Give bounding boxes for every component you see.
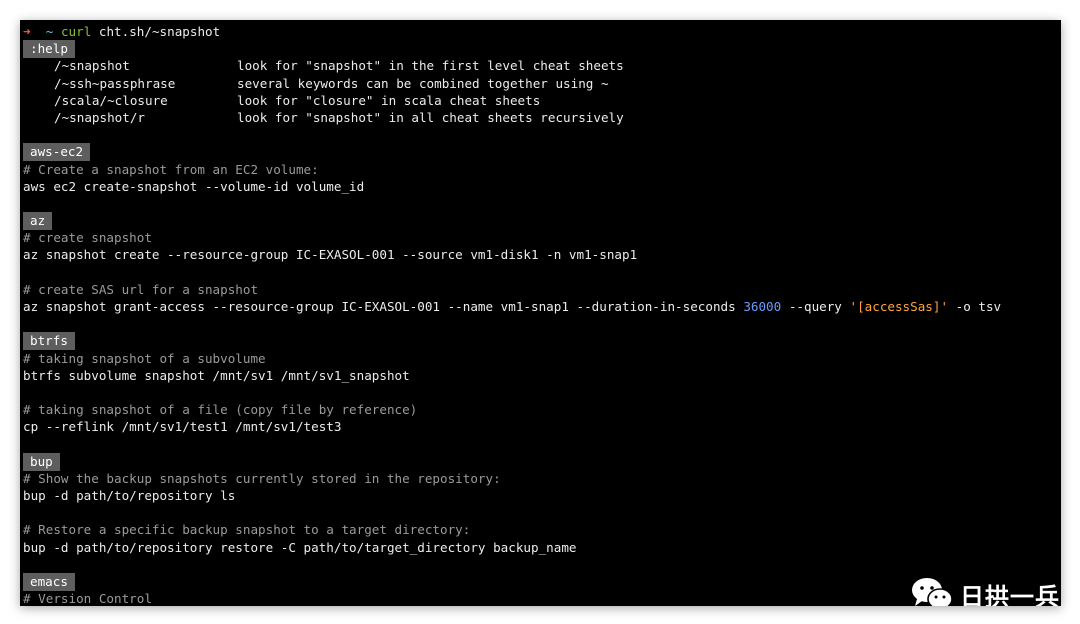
- comment-line: # Create a snapshot from an EC2 volume:: [23, 161, 319, 177]
- section-header-aws-ec2: aws-ec2: [23, 143, 1058, 162]
- command-line: btrfs subvolume snapshot /mnt/sv1 /mnt/s…: [23, 367, 410, 383]
- help-row: /scala/~closure look for "closure" in sca…: [23, 92, 1058, 109]
- command-line: cp --reflink /mnt/sv1/test1 /mnt/sv1/tes…: [23, 419, 342, 435]
- section-tag-bup: bup: [23, 452, 60, 471]
- help-desc: look for "snapshot" in all cheat sheets …: [237, 109, 624, 125]
- help-row: /~snapshot/r look for "snapshot" in all c…: [23, 109, 1058, 126]
- section-header-az: az: [23, 212, 1058, 231]
- help-path: /scala/~closure: [54, 92, 168, 108]
- command-line: bup -d path/to/repository ls: [23, 488, 236, 504]
- section-header-bup: bup: [23, 452, 1058, 471]
- help-desc: look for "snapshot" in the first level c…: [237, 58, 624, 74]
- comment-line: # Restore a specific backup snapshot to …: [23, 522, 471, 538]
- section-header-btrfs: btrfs: [23, 332, 1058, 351]
- command-text: az snapshot grant-access --resource-grou…: [23, 299, 744, 314]
- terminal-window[interactable]: ➜ ~ curl cht.sh/~snapshot :help /~snapsh…: [20, 20, 1061, 606]
- number-literal: 36000: [743, 299, 782, 314]
- string-literal: '[accessSas]': [849, 299, 949, 314]
- watermark: 日拱一兵: [910, 576, 1060, 606]
- prompt-args: cht.sh/~snapshot: [98, 24, 221, 39]
- terminal-output: ➜ ~ curl cht.sh/~snapshot :help /~snapsh…: [23, 23, 1058, 606]
- help-row: /~snapshot look for "snapshot" in the fir…: [23, 57, 1058, 74]
- help-path: /~ssh~passphrase: [54, 75, 176, 91]
- comment-line: # create SAS url for a snapshot: [23, 281, 259, 297]
- section-header-emacs: emacs: [23, 573, 1058, 591]
- comment-line: # taking snapshot of a file (copy file b…: [23, 402, 418, 418]
- command-line: az snapshot create --resource-group IC-E…: [23, 247, 638, 263]
- prompt-line: ➜ ~ curl cht.sh/~snapshot: [23, 23, 1058, 40]
- section-tag-btrfs: btrfs: [23, 332, 75, 351]
- comment-line: # taking snapshot of a subvolume: [23, 350, 266, 366]
- help-path: /~snapshot/r: [54, 109, 145, 125]
- comment-line: # Show the backup snapshots currently st…: [23, 470, 501, 486]
- comment-line: # create snapshot: [23, 230, 152, 246]
- help-path: /~snapshot: [54, 58, 130, 74]
- command-line: az snapshot grant-access --resource-grou…: [23, 298, 1058, 315]
- section-tag-help: :help: [23, 40, 75, 59]
- help-desc: several keywords can be combined togethe…: [237, 75, 609, 91]
- help-section-header: :help: [23, 40, 1058, 59]
- help-desc: look for "closure" in scala cheat sheets: [237, 92, 541, 108]
- command-line: aws ec2 create-snapshot --volume-id volu…: [23, 178, 365, 194]
- command-text: --query: [781, 299, 850, 314]
- command-line: bup -d path/to/repository restore -C pat…: [23, 539, 577, 555]
- section-tag-az: az: [23, 212, 53, 231]
- prompt-command: curl: [60, 24, 92, 39]
- wechat-icon: [912, 578, 953, 606]
- help-row: /~ssh~passphrase several keywords can be …: [23, 75, 1058, 92]
- section-tag-emacs: emacs: [23, 573, 75, 591]
- comment-line: # Version Control: [23, 591, 152, 606]
- watermark-text: 日拱一兵: [960, 582, 1060, 607]
- command-text: -o tsv: [948, 299, 1002, 314]
- prompt-arrow-icon: ➜: [23, 24, 31, 39]
- section-tag-aws-ec2: aws-ec2: [23, 143, 91, 162]
